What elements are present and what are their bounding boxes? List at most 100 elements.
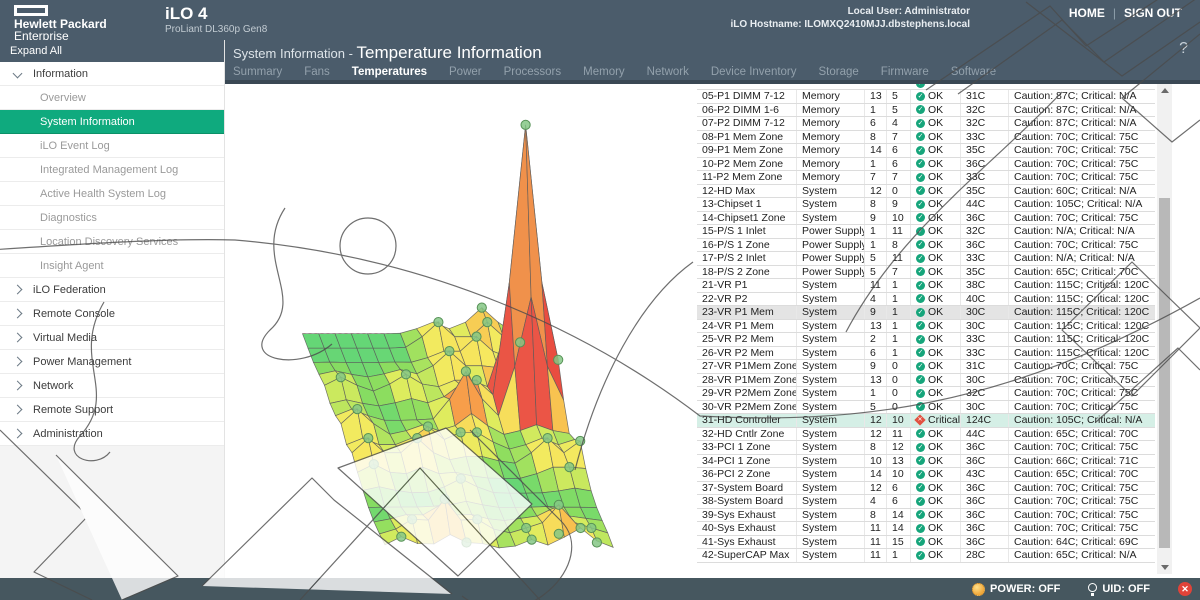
table-row[interactable]: 08-P1 Mem ZoneMemory87✓OK33CCaution: 70C…	[697, 131, 1155, 145]
table-row[interactable]: 42-SuperCAP MaxSystem111✓OK28CCaution: 6…	[697, 549, 1155, 563]
table-row[interactable]: 27-VR P1Mem ZoneSystem90✓OK31CCaution: 7…	[697, 360, 1155, 374]
tab-temperatures[interactable]: Temperatures	[352, 66, 427, 78]
sidebar-item-remote-console[interactable]: Remote Console	[0, 302, 224, 326]
sensor-reading: 32C	[961, 117, 1009, 130]
table-row[interactable]: 25-VR P2 MemSystem21✓OK33CCaution: 115C;…	[697, 333, 1155, 347]
table-row[interactable]: 09-P1 Mem ZoneMemory146✓OK35CCaution: 70…	[697, 144, 1155, 158]
sensor-marker	[516, 338, 525, 347]
sensor-y: 6	[887, 482, 911, 495]
sensor-thresholds: Caution: 70C; Critical: 75C	[1009, 144, 1155, 157]
ok-status-icon: ✓	[916, 551, 925, 560]
table-row[interactable]: 13-Chipset 1System89✓OK44CCaution: 105C;…	[697, 198, 1155, 212]
expand-all-button[interactable]: Expand All	[0, 40, 224, 62]
scroll-up-button[interactable]	[1157, 84, 1172, 97]
sensor-marker	[445, 347, 454, 356]
sensor-y: 5	[887, 90, 911, 103]
table-row[interactable]: 30-VR P2Mem ZoneSystem50✓OK30CCaution: 7…	[697, 401, 1155, 415]
tab-firmware[interactable]: Firmware	[881, 66, 929, 78]
table-row[interactable]: 34-PCI 1 ZoneSystem1013✓OK36CCaution: 66…	[697, 455, 1155, 469]
health-critical-icon[interactable]: ✕	[1178, 582, 1192, 596]
sensor-status: ✓OK	[911, 293, 961, 306]
tab-software[interactable]: Software	[951, 66, 996, 78]
tab-network[interactable]: Network	[647, 66, 689, 78]
table-row[interactable]: 10-P2 Mem ZoneMemory16✓OK36CCaution: 70C…	[697, 158, 1155, 172]
sensor-location: Memory	[797, 171, 865, 184]
table-row[interactable]: 05-P1 DIMM 7-12Memory135✓OK31CCaution: 8…	[697, 90, 1155, 104]
tab-storage[interactable]: Storage	[819, 66, 859, 78]
table-row[interactable]: 12-HD MaxSystem120✓OK35CCaution: 60C; Cr…	[697, 185, 1155, 199]
table-scrollbar[interactable]	[1157, 84, 1172, 574]
table-row[interactable]: 21-VR P1System111✓OK38CCaution: 115C; Cr…	[697, 279, 1155, 293]
table-row[interactable]: 17-P/S 2 InletPower Supply511✓OK33CCauti…	[697, 252, 1155, 266]
sensor-x: 12	[865, 428, 887, 441]
tab-summary[interactable]: Summary	[233, 66, 282, 78]
table-row[interactable]: 26-VR P2 MemSystem61✓OK33CCaution: 115C;…	[697, 347, 1155, 361]
table-row[interactable]: 36-PCI 2 ZoneSystem1410✓OK43CCaution: 65…	[697, 468, 1155, 482]
sidebar-item-remote-support[interactable]: Remote Support	[0, 398, 224, 422]
tab-fans[interactable]: Fans	[304, 66, 330, 78]
table-row[interactable]: 23-VR P1 MemSystem91✓OK30CCaution: 115C;…	[697, 306, 1155, 320]
table-row[interactable]: 24-VR P1 MemSystem131✓OK30CCaution: 115C…	[697, 320, 1155, 334]
table-row[interactable]: 07-P2 DIMM 7-12Memory64✓OK32CCaution: 87…	[697, 117, 1155, 131]
sensor-name: 14-Chipset1 Zone	[697, 212, 797, 225]
sensor-y: 1	[887, 333, 911, 346]
table-row[interactable]: 41-Sys ExhaustSystem1115✓OK36CCaution: 6…	[697, 536, 1155, 550]
sidebar-item-location-discovery-services[interactable]: Location Discovery Services	[0, 230, 224, 254]
home-link[interactable]: HOME	[1069, 6, 1105, 20]
table-row[interactable]: 32-HD Cntlr ZoneSystem1211✓OK44CCaution:…	[697, 428, 1155, 442]
sensor-status: ✓OK	[911, 239, 961, 252]
sensor-y: 6	[887, 495, 911, 508]
sensor-location: System	[797, 306, 865, 319]
table-row[interactable]: 40-Sys ExhaustSystem1114✓OK36CCaution: 7…	[697, 522, 1155, 536]
table-row[interactable]: 22-VR P2System41✓OK40CCaution: 115C; Cri…	[697, 293, 1155, 307]
sidebar-item-overview[interactable]: Overview	[0, 86, 224, 110]
scrollbar-thumb[interactable]	[1159, 198, 1170, 548]
tab-processors[interactable]: Processors	[504, 66, 562, 78]
uid-bulb-icon[interactable]	[1088, 583, 1097, 592]
table-row[interactable]: 15-P/S 1 InletPower Supply111✓OK32CCauti…	[697, 225, 1155, 239]
ok-status-icon: ✓	[916, 227, 925, 236]
ok-status-icon: ✓	[916, 294, 925, 303]
sidebar-item-active-health-system-log[interactable]: Active Health System Log	[0, 182, 224, 206]
sidebar-item-system-information[interactable]: System Information	[0, 110, 224, 134]
table-row[interactable]: 28-VR P1Mem ZoneSystem130✓OK30CCaution: …	[697, 374, 1155, 388]
sensor-status: ✓OK	[911, 333, 961, 346]
power-status-icon[interactable]	[972, 583, 985, 596]
help-icon[interactable]: ?	[1179, 40, 1188, 58]
sensor-marker	[440, 494, 449, 503]
sensor-x: 9	[865, 212, 887, 225]
tab-power[interactable]: Power	[449, 66, 482, 78]
sidebar-item-diagnostics[interactable]: Diagnostics	[0, 206, 224, 230]
table-row[interactable]: 29-VR P2Mem ZoneSystem10✓OK32CCaution: 7…	[697, 387, 1155, 401]
sidebar-empty-area	[0, 446, 224, 582]
scroll-down-button[interactable]	[1157, 561, 1172, 574]
table-row[interactable]: 37-System BoardSystem126✓OK36CCaution: 7…	[697, 482, 1155, 496]
server-model: ProLiant DL360p Gen8	[165, 24, 267, 35]
tab-memory[interactable]: Memory	[583, 66, 625, 78]
sensor-x: 5	[865, 266, 887, 279]
table-row[interactable]: 06-P2 DIMM 1-6Memory15✓OK32CCaution: 87C…	[697, 104, 1155, 118]
sign-out-link[interactable]: SIGN OUT	[1124, 6, 1182, 20]
table-row[interactable]: 39-Sys ExhaustSystem814✓OK36CCaution: 70…	[697, 509, 1155, 523]
sensor-reading: 35C	[961, 144, 1009, 157]
table-row[interactable]: 38-System BoardSystem46✓OK36CCaution: 70…	[697, 495, 1155, 509]
sensor-reading: 36C	[961, 522, 1009, 535]
tab-device-inventory[interactable]: Device Inventory	[711, 66, 797, 78]
sidebar-item-virtual-media[interactable]: Virtual Media	[0, 326, 224, 350]
sidebar-item-integrated-management-log[interactable]: Integrated Management Log	[0, 158, 224, 182]
sensor-y: 0	[887, 185, 911, 198]
sidebar-item-ilo-event-log[interactable]: iLO Event Log	[0, 134, 224, 158]
sidebar-item-ilo-federation[interactable]: iLO Federation	[0, 278, 224, 302]
table-row[interactable]: 33-PCI 1 ZoneSystem812✓OK36CCaution: 70C…	[697, 441, 1155, 455]
table-row[interactable]: 16-P/S 1 ZonePower Supply18✓OK36CCaution…	[697, 239, 1155, 253]
table-row[interactable]: 14-Chipset1 ZoneSystem910✓OK36CCaution: …	[697, 212, 1155, 226]
table-row[interactable]: 31-HD ControllerSystem1210✕Critical124CC…	[697, 414, 1155, 428]
sidebar-item-administration[interactable]: Administration	[0, 422, 224, 446]
sidebar-item-information[interactable]: Information	[0, 62, 224, 86]
table-row[interactable]: 11-P2 Mem ZoneMemory77✓OK33CCaution: 70C…	[697, 171, 1155, 185]
table-row[interactable]: 18-P/S 2 ZonePower Supply57✓OK35CCaution…	[697, 266, 1155, 280]
sensor-marker	[592, 538, 601, 547]
sidebar-item-insight-agent[interactable]: Insight Agent	[0, 254, 224, 278]
sidebar-item-network[interactable]: Network	[0, 374, 224, 398]
sidebar-item-power-management[interactable]: Power Management	[0, 350, 224, 374]
